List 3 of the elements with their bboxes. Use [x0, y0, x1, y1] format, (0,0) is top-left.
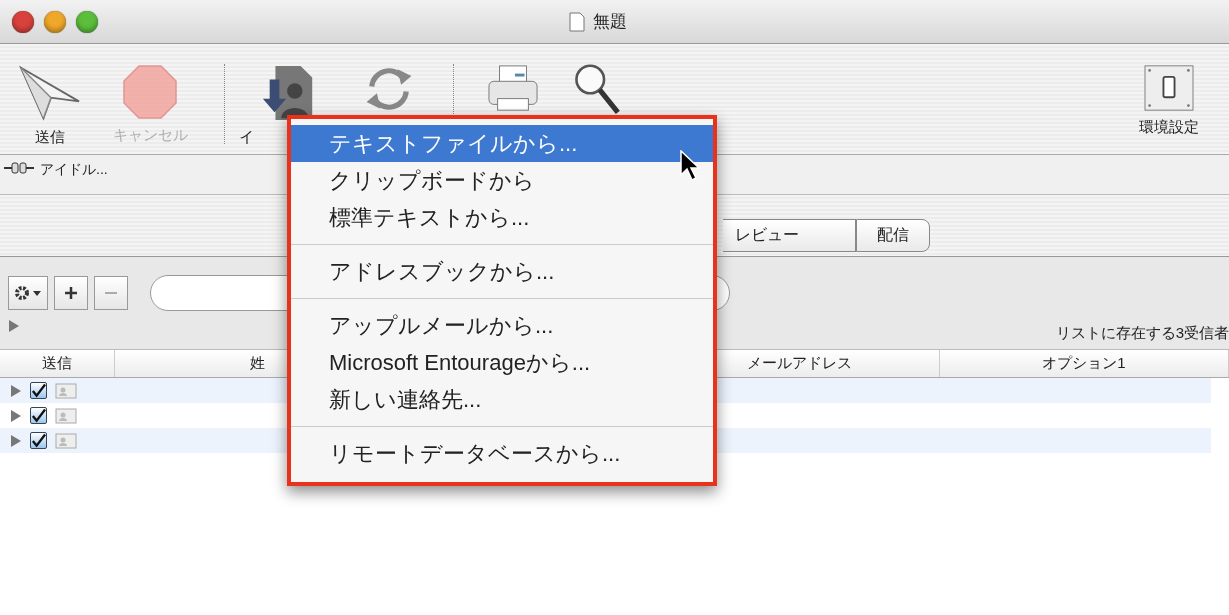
recipient-count: リストに存在する3受信者 — [1055, 324, 1229, 343]
window-title: 無題 — [592, 11, 627, 33]
status-text: アイドル... — [40, 161, 108, 179]
